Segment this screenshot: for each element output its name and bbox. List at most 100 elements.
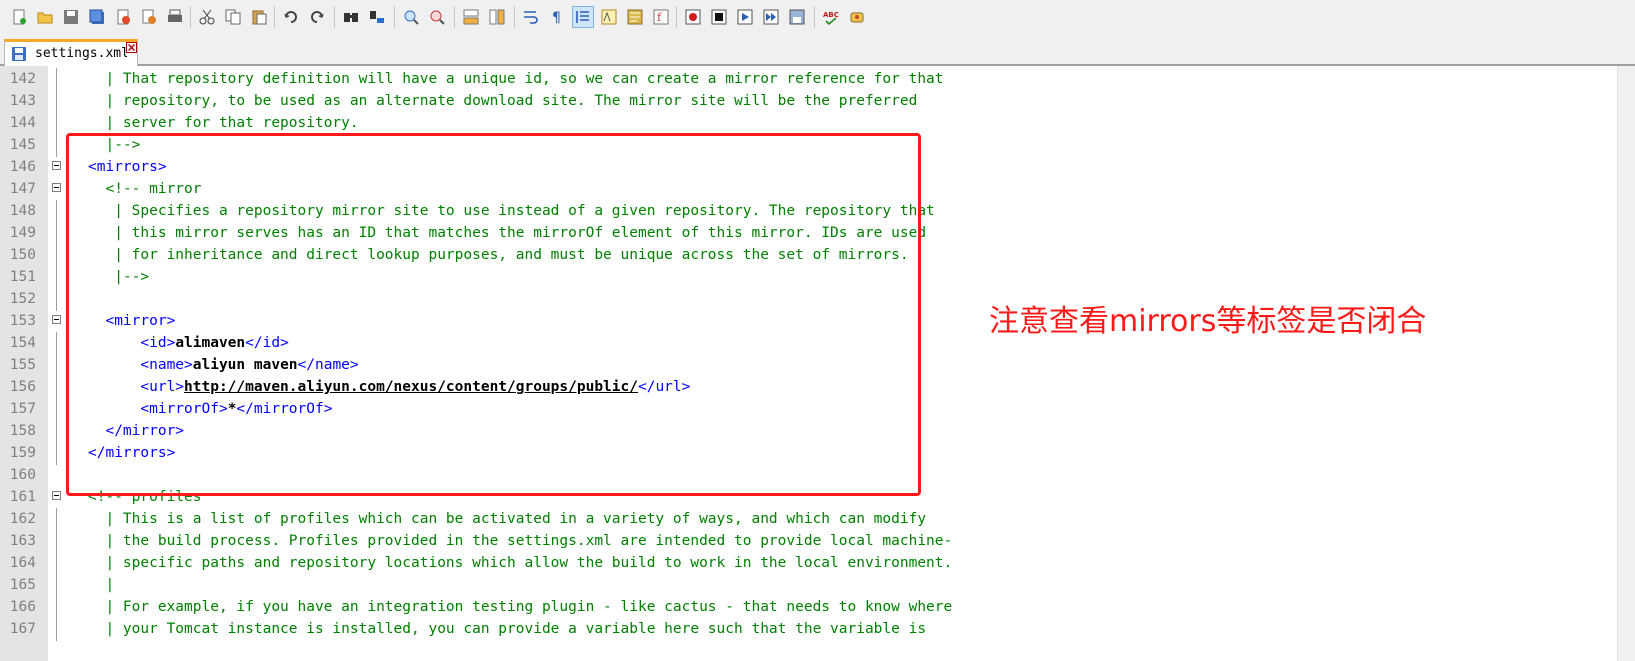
code-token: <name> bbox=[88, 357, 193, 373]
tab-label: settings.xml bbox=[35, 46, 127, 61]
plugin-icon bbox=[850, 12, 864, 23]
toolbar-separator bbox=[514, 6, 515, 28]
code-line[interactable]: 144 | server for that repository. bbox=[0, 112, 1618, 135]
word-wrap-button[interactable] bbox=[520, 6, 542, 28]
fold-guide bbox=[56, 618, 57, 641]
line-number: 153 bbox=[9, 313, 36, 329]
code-token: | That repository definition will have a… bbox=[88, 71, 944, 87]
code-line[interactable]: 156 <url>http://maven.aliyun.com/nexus/c… bbox=[0, 376, 1618, 399]
redo-button[interactable] bbox=[306, 6, 328, 28]
code-text: <!-- mirror bbox=[88, 178, 201, 201]
language-button[interactable] bbox=[598, 6, 620, 28]
code-line[interactable]: 145 |--> bbox=[0, 134, 1618, 157]
fold-guide bbox=[56, 112, 57, 135]
code-line[interactable]: 142 | That repository definition will ha… bbox=[0, 68, 1618, 91]
line-number: 155 bbox=[9, 357, 36, 373]
tab-settings-xml[interactable]: settings.xml bbox=[4, 39, 138, 66]
save-icon bbox=[64, 10, 78, 24]
code-line[interactable]: 143 | repository, to be used as an alter… bbox=[0, 90, 1618, 113]
paste-button[interactable] bbox=[248, 6, 270, 28]
record-macro-button[interactable] bbox=[682, 6, 704, 28]
close-tab-icon[interactable] bbox=[126, 42, 137, 53]
find-icon bbox=[344, 13, 358, 22]
close-all-button[interactable] bbox=[138, 6, 160, 28]
toolbar-separator bbox=[274, 6, 275, 28]
code-token: </mirrors> bbox=[88, 445, 176, 461]
code-line[interactable]: 165 | bbox=[0, 574, 1618, 597]
code-line[interactable]: 147 <!-- mirror bbox=[0, 178, 1618, 201]
code-token: |--> bbox=[88, 137, 141, 153]
zoom-out-button[interactable] bbox=[426, 6, 448, 28]
code-line[interactable]: 149 | this mirror serves has an ID that … bbox=[0, 222, 1618, 245]
save-macro-button[interactable] bbox=[786, 6, 808, 28]
find-button[interactable] bbox=[340, 6, 362, 28]
code-line[interactable]: 167 | your Tomcat instance is installed,… bbox=[0, 618, 1618, 641]
code-editor[interactable]: 142 | That repository definition will ha… bbox=[0, 66, 1635, 661]
undo-button[interactable] bbox=[280, 6, 302, 28]
fold-guide bbox=[56, 90, 57, 113]
fold-toggle-icon[interactable] bbox=[52, 315, 61, 324]
sync-vertical-icon bbox=[463, 9, 479, 25]
code-line[interactable]: 161 <!-- profiles bbox=[0, 486, 1618, 509]
code-line[interactable]: 148 | Specifies a repository mirror site… bbox=[0, 200, 1618, 223]
code-text: | This is a list of profiles which can b… bbox=[88, 508, 926, 531]
code-token: <mirrors> bbox=[88, 159, 167, 175]
saved-file-icon bbox=[12, 47, 26, 61]
code-token: | Specifies a repository mirror site to … bbox=[88, 203, 935, 219]
code-line[interactable]: 157 <mirrorOf>*</mirrorOf> bbox=[0, 398, 1618, 421]
document-map-button[interactable] bbox=[624, 6, 646, 28]
line-number: 163 bbox=[9, 533, 36, 549]
save-macro-icon bbox=[789, 9, 805, 25]
sync-horizontal-icon bbox=[489, 9, 505, 25]
code-token: </mirrorOf> bbox=[236, 401, 333, 417]
cut-button[interactable] bbox=[196, 6, 218, 28]
stop-recording-button[interactable] bbox=[708, 6, 730, 28]
code-line[interactable]: 162 | This is a list of profiles which c… bbox=[0, 508, 1618, 531]
code-token: | specific paths and repository location… bbox=[88, 555, 953, 571]
code-line[interactable]: 150 | for inheritance and direct lookup … bbox=[0, 244, 1618, 267]
code-line[interactable]: 146 <mirrors> bbox=[0, 156, 1618, 179]
sync-vertical-button[interactable] bbox=[460, 6, 482, 28]
code-line[interactable]: 164 | specific paths and repository loca… bbox=[0, 552, 1618, 575]
fold-guide bbox=[56, 134, 57, 157]
svg-text:ABC: ABC bbox=[823, 11, 839, 19]
code-line[interactable]: 151 |--> bbox=[0, 266, 1618, 289]
code-token: alimaven bbox=[175, 335, 246, 351]
fold-guide bbox=[56, 552, 57, 575]
code-token: </url> bbox=[637, 379, 691, 395]
run-macro-multiple-button[interactable] bbox=[760, 6, 782, 28]
new-file-button[interactable] bbox=[8, 6, 30, 28]
code-line[interactable]: 166 | For example, if you have an integr… bbox=[0, 596, 1618, 619]
function-list-button[interactable]: f bbox=[650, 6, 672, 28]
plugin-button[interactable] bbox=[846, 6, 868, 28]
save-all-icon bbox=[89, 9, 104, 24]
code-line[interactable]: 155 <name>aliyun maven</name> bbox=[0, 354, 1618, 377]
open-file-button[interactable] bbox=[34, 6, 56, 28]
print-button[interactable] bbox=[164, 6, 186, 28]
save-all-button[interactable] bbox=[86, 6, 108, 28]
code-token: | for inheritance and direct lookup purp… bbox=[88, 247, 909, 263]
play-macro-button[interactable] bbox=[734, 6, 756, 28]
code-line[interactable]: 158 </mirror> bbox=[0, 420, 1618, 443]
save-button[interactable] bbox=[60, 6, 82, 28]
code-token: | This is a list of profiles which can b… bbox=[88, 511, 927, 527]
code-text: | the build process. Profiles provided i… bbox=[88, 530, 952, 553]
replace-button[interactable] bbox=[366, 6, 388, 28]
copy-button[interactable] bbox=[222, 6, 244, 28]
indent-guide-button[interactable] bbox=[572, 6, 594, 28]
sync-horizontal-button[interactable] bbox=[486, 6, 508, 28]
vertical-scrollbar[interactable] bbox=[1617, 66, 1635, 661]
fold-toggle-icon[interactable] bbox=[52, 491, 61, 500]
fold-toggle-icon[interactable] bbox=[52, 183, 61, 192]
spell-check-button[interactable]: ABC bbox=[820, 6, 842, 28]
close-button[interactable] bbox=[112, 6, 134, 28]
fold-toggle-icon[interactable] bbox=[52, 161, 61, 170]
code-line[interactable]: 159 </mirrors> bbox=[0, 442, 1618, 465]
line-number: 160 bbox=[9, 467, 36, 483]
line-number: 166 bbox=[9, 599, 36, 615]
zoom-in-button[interactable] bbox=[400, 6, 422, 28]
line-number: 164 bbox=[9, 555, 36, 571]
show-all-characters-button[interactable]: ¶ bbox=[546, 6, 568, 28]
code-line[interactable]: 160 bbox=[0, 464, 1618, 487]
code-line[interactable]: 163 | the build process. Profiles provid… bbox=[0, 530, 1618, 553]
